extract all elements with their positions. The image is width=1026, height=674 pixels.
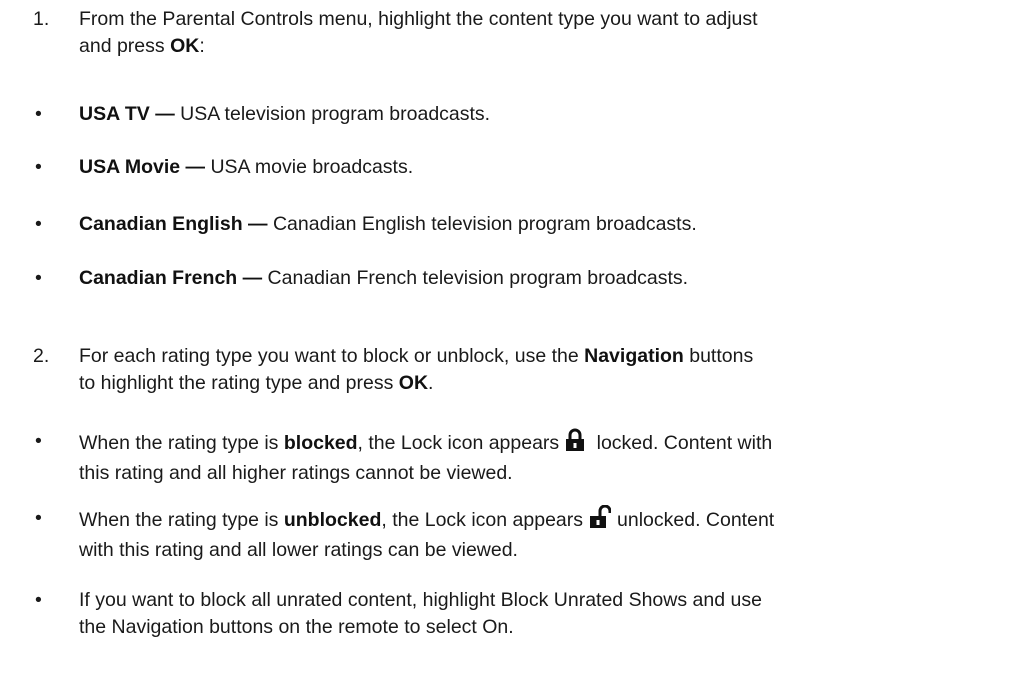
step-text-segment: For each rating type you want to block o… xyxy=(79,345,585,367)
bullet-marker: • xyxy=(35,589,42,611)
bullet-marker: • xyxy=(35,267,42,289)
step-line: For each rating type you want to block o… xyxy=(79,343,1009,370)
step-text: For each rating type you want to block o… xyxy=(79,343,1009,397)
content-type-description: USA movie broadcasts. xyxy=(205,156,414,178)
step-text-segment: to highlight the rating type and press xyxy=(79,372,399,394)
note-line: this rating and all higher ratings canno… xyxy=(79,462,513,484)
bold-term: unblocked xyxy=(283,509,382,531)
step-line: to highlight the rating type and press O… xyxy=(79,370,1009,397)
step-number: 1. xyxy=(33,8,50,30)
note-text-segment: , the Lock icon appears xyxy=(381,509,584,531)
note-text-segment: When the rating type is xyxy=(79,432,284,454)
content-type-description: USA television program broadcasts. xyxy=(174,103,491,125)
note-text-segment: unlocked. Content xyxy=(617,509,775,531)
step-number: 2. xyxy=(33,345,50,367)
step-text-segment: buttons xyxy=(683,345,754,367)
bullet-marker: • xyxy=(35,103,42,125)
step-line: and press OK: xyxy=(79,33,1009,60)
content-type-description: Canadian English television program broa… xyxy=(267,213,697,235)
content-type-name: USA Movie — xyxy=(79,156,206,178)
bold-term: OK xyxy=(398,372,429,394)
step-text-segment: From the Parental Controls menu, highlig… xyxy=(79,8,758,30)
step-line: From the Parental Controls menu, highlig… xyxy=(79,6,1009,33)
bold-term: blocked xyxy=(283,432,358,454)
instructions-document: 1. From the Parental Controls menu, high… xyxy=(0,0,1026,674)
note-text-segment: , the Lock icon appears xyxy=(357,432,560,454)
step-text-segment: and press xyxy=(79,35,171,57)
bold-term: OK xyxy=(170,35,200,57)
content-type-name: Canadian French — xyxy=(79,267,263,289)
bullet-marker: • xyxy=(35,430,42,452)
note-line: with this rating and all lower ratings c… xyxy=(79,539,518,561)
note-line: the Navigation buttons on the remote to … xyxy=(79,616,514,638)
step-text-segment: : xyxy=(199,35,205,57)
bullet-marker: • xyxy=(35,507,42,529)
content-type-name: USA TV — xyxy=(79,103,175,125)
note-line: When the rating type is blocked, the Loc… xyxy=(79,428,1009,460)
note-line: When the rating type is unblocked, the L… xyxy=(79,504,1009,537)
unlocked-padlock-icon xyxy=(589,504,612,537)
note-line: If you want to block all unrated content… xyxy=(79,589,762,611)
bullet-marker: • xyxy=(35,156,42,178)
bullet-marker: • xyxy=(35,213,42,235)
content-type-name: Canadian English — xyxy=(79,213,268,235)
note-text-segment: locked. Content with xyxy=(591,432,773,454)
content-type-description: Canadian French television program broad… xyxy=(262,267,689,289)
step-text-segment: . xyxy=(428,372,434,394)
bold-term: Navigation xyxy=(584,345,684,367)
step-text: From the Parental Controls menu, highlig… xyxy=(79,6,1009,60)
note-text-segment: When the rating type is xyxy=(79,509,284,531)
locked-padlock-icon xyxy=(565,428,585,460)
